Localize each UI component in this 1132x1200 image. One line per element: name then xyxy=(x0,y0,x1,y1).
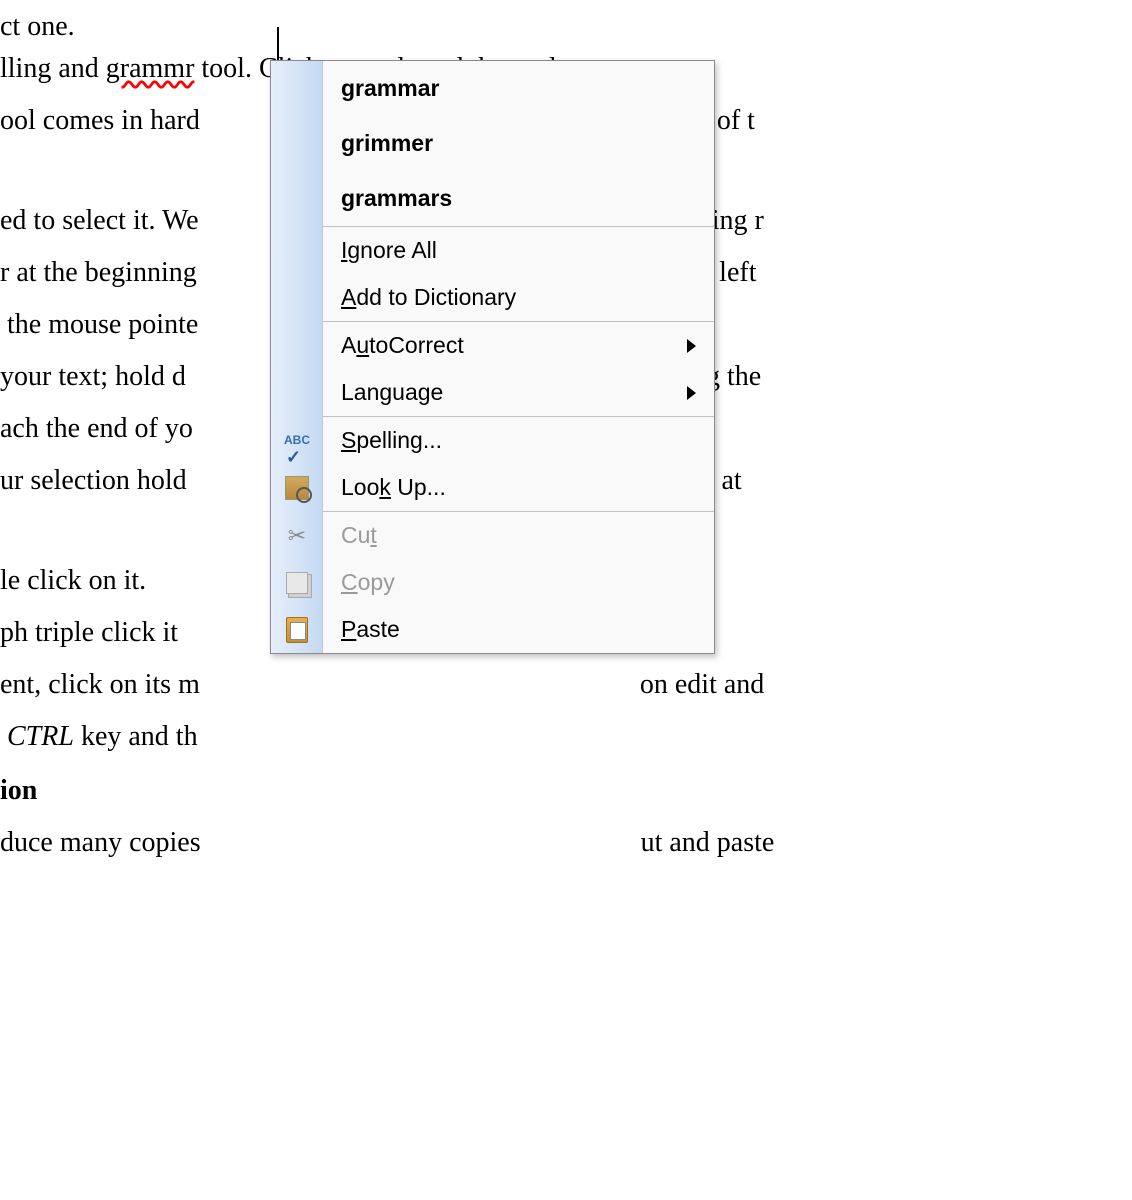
menu-label: AutoCorrect xyxy=(323,324,714,368)
ignore-all[interactable]: Ignore All xyxy=(323,227,714,274)
menu-label: Cut xyxy=(323,514,714,558)
menu-label: Language xyxy=(323,371,714,415)
text-span[interactable]: ct one. xyxy=(0,11,75,42)
spellcheck-context-menu: grammar grimmer grammars Ignore All Add … xyxy=(270,60,715,654)
text-span[interactable]: CTRL xyxy=(7,721,74,752)
paste[interactable]: Paste xyxy=(323,606,714,653)
add-to-dictionary[interactable]: Add to Dictionary xyxy=(323,274,714,321)
text-span[interactable]: ur selection hold xyxy=(0,465,187,496)
menu-label: Add to Dictionary xyxy=(323,276,714,320)
text-line[interactable]: ion xyxy=(0,764,37,817)
autocorrect[interactable]: AutoCorrect xyxy=(323,322,714,369)
text-line[interactable]: ent, click on its m on edit and xyxy=(0,658,764,711)
suggestion-label: grimmer xyxy=(323,122,714,166)
text-span[interactable]: key and th xyxy=(74,721,198,752)
text-span[interactable]: ool comes in hard xyxy=(0,105,200,136)
text-line[interactable]: duce many copies ut and paste xyxy=(0,816,774,869)
spelling-abc-icon: ABC xyxy=(271,417,323,464)
text-span[interactable]: duce many copies xyxy=(0,827,201,858)
look-up[interactable]: Look Up... xyxy=(323,464,714,511)
suggestion-3[interactable]: grammars xyxy=(323,171,714,226)
text-span[interactable]: le click on it. xyxy=(0,565,146,596)
suggestion-label: grammar xyxy=(323,67,714,111)
menu-label: Ignore All xyxy=(323,229,714,273)
text-span[interactable]: lling and xyxy=(0,53,106,84)
menu-label: Look Up... xyxy=(323,466,714,510)
menu-label: Copy xyxy=(323,561,714,605)
text-span[interactable]: on edit and xyxy=(640,669,764,700)
text-span[interactable]: ph triple click it xyxy=(0,617,178,648)
text-span[interactable]: ut and paste xyxy=(641,827,775,858)
paste-icon xyxy=(271,606,323,653)
text-span[interactable]: ent, click on its m xyxy=(0,669,200,700)
language[interactable]: Language xyxy=(323,369,714,416)
scissors-icon: ✂ xyxy=(271,512,323,559)
cut: ✂ Cut xyxy=(323,512,714,559)
text-span[interactable]: the mouse pointe xyxy=(0,309,198,340)
copy: Copy xyxy=(323,559,714,606)
lookup-icon xyxy=(271,464,323,511)
text-span[interactable]: ed to select it. We xyxy=(0,205,199,236)
text-line[interactable]: ph triple click it xyxy=(0,606,178,659)
suggestion-1[interactable]: grammar xyxy=(323,61,714,116)
text-line[interactable]: le click on it. xyxy=(0,554,146,607)
copy-icon xyxy=(271,559,323,606)
text-cursor xyxy=(277,27,279,61)
submenu-arrow-icon xyxy=(687,386,696,400)
menu-label: Spelling... xyxy=(323,419,714,463)
text-span[interactable]: ach the end of yo xyxy=(0,413,193,444)
text-line[interactable]: ach the end of yo xyxy=(0,402,193,455)
text-line[interactable]: CTRL key and th xyxy=(0,710,198,763)
misspelled-word[interactable]: grammr xyxy=(106,53,195,84)
text-span[interactable]: ion xyxy=(0,775,37,806)
menu-label: Paste xyxy=(323,608,714,652)
submenu-arrow-icon xyxy=(687,339,696,353)
spelling[interactable]: ABC Spelling... xyxy=(323,417,714,464)
suggestion-label: grammars xyxy=(323,177,714,221)
text-span[interactable]: r at the beginning xyxy=(0,257,197,288)
text-span[interactable] xyxy=(0,721,7,752)
text-span[interactable]: your text; hold d xyxy=(0,361,186,392)
suggestion-2[interactable]: grimmer xyxy=(323,116,714,171)
